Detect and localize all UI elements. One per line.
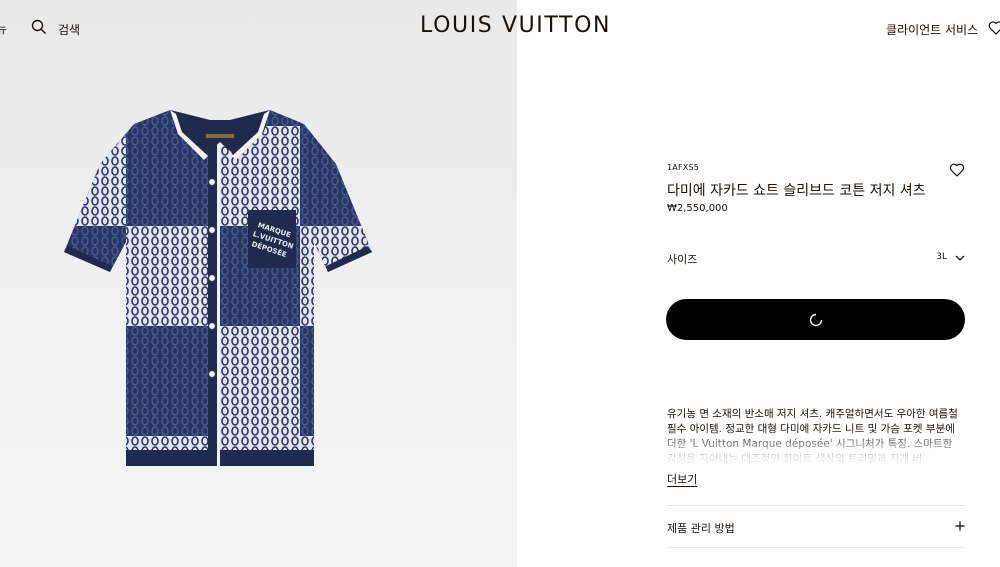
search-icon[interactable] [31, 19, 47, 35]
size-selector[interactable]: 사이즈 3L [667, 250, 965, 266]
care-instructions-accordion[interactable]: 제품 관리 방법 [667, 519, 965, 537]
product-image[interactable]: MARQUE L.VUITTON DÉPOSÉE [60, 106, 376, 472]
spinner-icon [809, 313, 822, 326]
care-label: 제품 관리 방법 [667, 522, 735, 535]
wishlist-header-icon[interactable] [988, 20, 1000, 36]
search-label[interactable]: 검색 [58, 21, 80, 38]
read-more-link[interactable]: 더보기 [667, 471, 697, 487]
client-service-link[interactable]: 클라이언트 서비스 [886, 21, 978, 38]
product-image-panel: MARQUE L.VUITTON DÉPOSÉE [0, 0, 517, 567]
add-to-cart-button[interactable] [666, 299, 965, 340]
product-sku: 1AFXS5 [667, 163, 700, 172]
shirt-illustration: MARQUE L.VUITTON DÉPOSÉE [64, 110, 372, 466]
product-price: ₩2,550,000 [667, 203, 728, 214]
menu-label[interactable]: 뉴 [0, 20, 7, 37]
size-label: 사이즈 [667, 253, 698, 266]
site-header: 뉴 검색 LOUIS VUITTON 클라이언트 서비스 [0, 0, 1000, 56]
chevron-down-icon [955, 255, 965, 261]
brand-logo[interactable]: LOUIS VUITTON [420, 13, 615, 38]
plus-icon [955, 521, 965, 531]
product-title: 다미에 자카드 쇼트 슬리브드 코튼 저지 셔츠 [667, 183, 926, 199]
heart-icon[interactable] [949, 162, 965, 178]
size-value: 3L [936, 252, 947, 262]
product-description: 유기농 면 소재의 반소매 저지 셔츠. 캐주얼하면서도 우아한 여름철 필수 … [667, 407, 965, 467]
divider [667, 505, 965, 506]
divider [667, 547, 965, 548]
